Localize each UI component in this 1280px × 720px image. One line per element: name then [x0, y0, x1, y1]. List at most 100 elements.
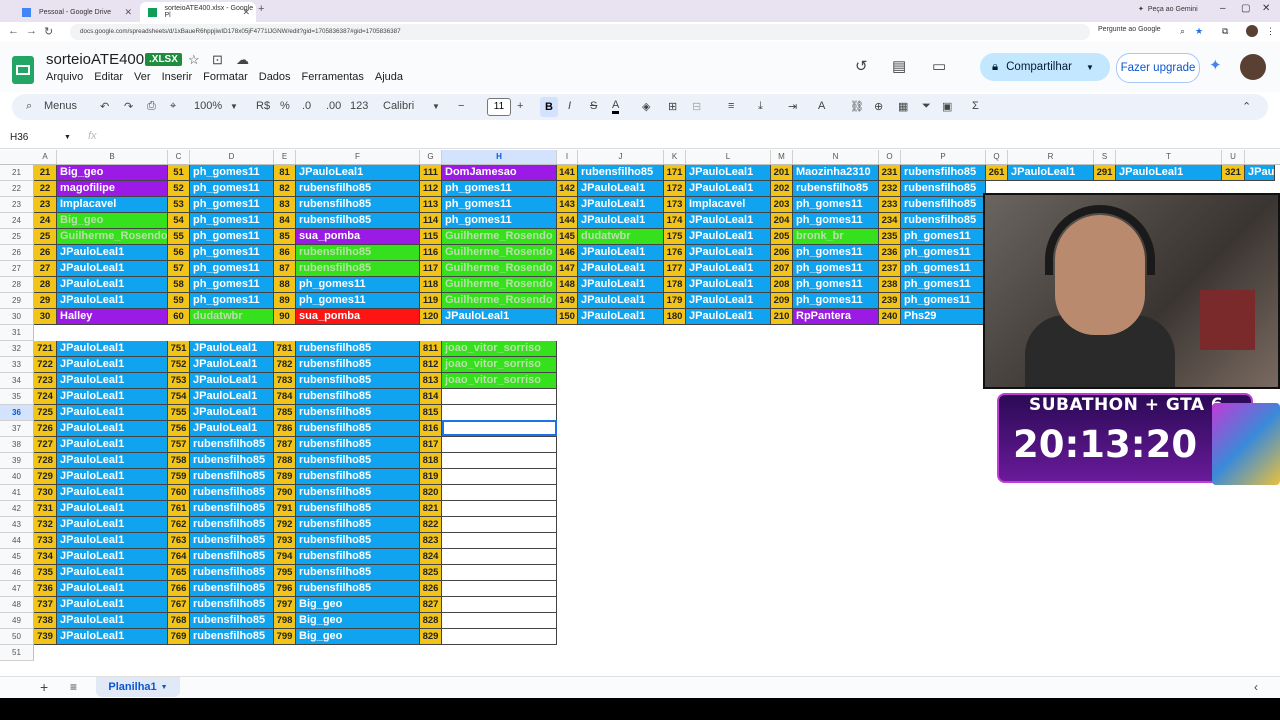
number-cell[interactable]: 812 — [420, 357, 442, 373]
number-cell[interactable]: 142 — [557, 181, 578, 197]
number-cell[interactable]: 728 — [34, 453, 57, 469]
align-icon[interactable]: ≡ — [728, 100, 734, 112]
name-cell[interactable]: rubensfilho85 — [296, 581, 420, 597]
name-cell[interactable]: rubensfilho85 — [296, 533, 420, 549]
number-cell[interactable]: 794 — [274, 549, 296, 565]
name-cell[interactable]: JPauloLeal1 — [1116, 165, 1222, 181]
name-cell[interactable]: JPauloLeal1 — [57, 373, 168, 389]
close-window-icon[interactable]: ✕ — [1262, 3, 1270, 14]
name-cell[interactable]: rubensfilho85 — [296, 437, 420, 453]
name-cell[interactable]: Big_geo — [57, 165, 168, 181]
name-cell[interactable]: JPauloLeal1 — [190, 373, 274, 389]
row-header-29[interactable]: 29 — [0, 293, 34, 309]
number-cell[interactable]: 208 — [771, 277, 793, 293]
number-cell[interactable]: 119 — [420, 293, 442, 309]
row-header-39[interactable]: 39 — [0, 453, 34, 469]
name-cell[interactable]: Implacavel — [57, 197, 168, 213]
number-cell[interactable]: 118 — [420, 277, 442, 293]
name-cell[interactable]: ph_gomes11 — [190, 293, 274, 309]
print-icon[interactable]: ⎙ — [147, 100, 156, 113]
name-cell[interactable]: rubensfilho85 — [190, 501, 274, 517]
number-cell[interactable]: 764 — [168, 549, 190, 565]
number-cell[interactable]: 143 — [557, 197, 578, 213]
number-cell[interactable]: 724 — [34, 389, 57, 405]
row-header-38[interactable]: 38 — [0, 437, 34, 453]
name-cell[interactable]: ph_gomes11 — [901, 261, 986, 277]
name-cell[interactable]: JPauloLeal1 — [686, 261, 771, 277]
number-cell[interactable]: 752 — [168, 357, 190, 373]
number-cell[interactable]: 53 — [168, 197, 190, 213]
name-cell[interactable] — [442, 421, 557, 437]
name-cell[interactable]: JPauloLeal1 — [57, 533, 168, 549]
menu-formatar[interactable]: Formatar — [203, 71, 248, 83]
number-cell[interactable]: 51 — [168, 165, 190, 181]
number-cell[interactable]: 818 — [420, 453, 442, 469]
menu-inserir[interactable]: Inserir — [162, 71, 193, 83]
number-cell[interactable]: 232 — [879, 181, 901, 197]
number-cell[interactable]: 796 — [274, 581, 296, 597]
number-cell[interactable]: 763 — [168, 533, 190, 549]
name-cell[interactable]: JPauloLeal1 — [578, 181, 664, 197]
number-cell[interactable]: 793 — [274, 533, 296, 549]
name-cell[interactable]: JPauloLeal1 — [686, 165, 771, 181]
number-cell[interactable]: 829 — [420, 629, 442, 645]
name-cell[interactable]: ph_gomes11 — [901, 229, 986, 245]
name-cell[interactable]: Guilherme_Rosendo — [442, 277, 557, 293]
name-cell[interactable]: JPauloLeal1 — [578, 277, 664, 293]
name-cell[interactable]: rubensfilho85 — [190, 597, 274, 613]
name-cell[interactable]: JPauloLeal1 — [686, 213, 771, 229]
number-cell[interactable]: 87 — [274, 261, 296, 277]
name-cell[interactable]: ph_gomes11 — [793, 197, 879, 213]
decrease-font-icon[interactable]: − — [458, 100, 464, 112]
font-select[interactable]: Calibri — [383, 100, 414, 112]
name-cell[interactable]: JPauloLeal1 — [57, 549, 168, 565]
name-cell[interactable]: JPauloLeal1 — [686, 229, 771, 245]
row-header-22[interactable]: 22 — [0, 181, 34, 197]
number-cell[interactable]: 755 — [168, 405, 190, 421]
number-cell[interactable]: 811 — [420, 341, 442, 357]
name-cell[interactable]: ph_gomes11 — [901, 245, 986, 261]
name-cell[interactable]: rubensfilho85 — [296, 341, 420, 357]
name-cell[interactable]: rubensfilho85 — [296, 357, 420, 373]
borders-icon[interactable]: ⊞ — [668, 100, 677, 113]
number-cell[interactable]: 21 — [34, 165, 57, 181]
name-cell[interactable]: joao_vitor_sorriso — [442, 357, 557, 373]
number-cell[interactable]: 238 — [879, 277, 901, 293]
number-cell[interactable]: 24 — [34, 213, 57, 229]
name-cell[interactable]: ph_gomes11 — [793, 293, 879, 309]
number-cell[interactable]: 758 — [168, 453, 190, 469]
column-header-g[interactable]: G — [420, 150, 442, 164]
number-cell[interactable]: 753 — [168, 373, 190, 389]
name-cell[interactable]: JPauloLeal1 — [57, 341, 168, 357]
number-cell[interactable]: 783 — [274, 373, 296, 389]
number-cell[interactable]: 144 — [557, 213, 578, 229]
name-cell[interactable]: JPauloLeal1 — [57, 437, 168, 453]
row-header-51[interactable]: 51 — [0, 645, 34, 661]
name-cell[interactable]: rubensfilho85 — [190, 469, 274, 485]
number-cell[interactable]: 89 — [274, 293, 296, 309]
sheets-logo-icon[interactable] — [12, 56, 34, 84]
number-cell[interactable]: 751 — [168, 341, 190, 357]
name-cell[interactable]: rubensfilho85 — [296, 181, 420, 197]
column-header-q[interactable]: Q — [986, 150, 1008, 164]
name-cell[interactable] — [442, 629, 557, 645]
name-cell[interactable]: JPauloLeal1 — [1008, 165, 1094, 181]
number-cell[interactable]: 57 — [168, 261, 190, 277]
name-cell[interactable] — [442, 597, 557, 613]
name-cell[interactable]: rubensfilho85 — [296, 245, 420, 261]
name-cell[interactable]: rubensfilho85 — [296, 421, 420, 437]
ask-google-button[interactable]: Pergunte ao Google — [1098, 26, 1161, 33]
name-cell[interactable]: bronk_br — [793, 229, 879, 245]
name-cell[interactable] — [442, 405, 557, 421]
share-dropdown-icon[interactable]: ▼ — [1086, 63, 1094, 72]
number-cell[interactable]: 54 — [168, 213, 190, 229]
name-cell[interactable]: dudatwbr — [190, 309, 274, 325]
row-header-44[interactable]: 44 — [0, 533, 34, 549]
name-cell[interactable]: JPauloLeal1 — [57, 245, 168, 261]
row-header-41[interactable]: 41 — [0, 485, 34, 501]
reload-icon[interactable]: ↻ — [44, 25, 53, 38]
profile-avatar[interactable] — [1246, 25, 1258, 37]
number-cell[interactable]: 816 — [420, 421, 442, 437]
name-cell[interactable]: JPauloLeal1 — [190, 421, 274, 437]
row-header-45[interactable]: 45 — [0, 549, 34, 565]
